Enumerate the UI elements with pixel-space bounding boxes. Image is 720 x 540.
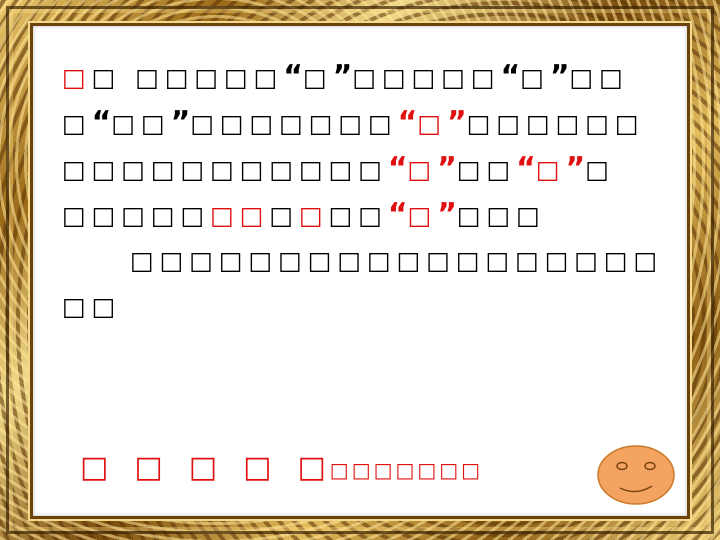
text-segment: □□□□□□□□□□□□□□□□□□ — [130, 246, 664, 275]
text-segment: □ — [417, 109, 448, 138]
text-segment: □ □□□□□ — [91, 63, 284, 92]
text-segment: □□□□□□ — [466, 109, 645, 138]
text-segment: □ — [407, 201, 438, 230]
text-segment: □□ — [328, 201, 388, 230]
text-segment: □ — [520, 63, 550, 92]
text-line: □□ — [62, 284, 642, 330]
text-segment: □□ — [210, 201, 270, 230]
quote-mark: ” — [565, 151, 586, 186]
text-segment: □□ — [62, 292, 122, 321]
text-segment: □□□□□ — [62, 201, 211, 230]
smiley-face-icon — [597, 445, 675, 505]
quote-mark: “ — [397, 105, 418, 140]
quote-mark: ” — [170, 105, 191, 140]
quote-mark: “ — [387, 151, 408, 186]
quote-mark: “ — [91, 105, 112, 140]
quote-mark: “ — [387, 197, 408, 232]
quote-mark: “ — [500, 59, 521, 94]
quote-mark: ” — [447, 105, 467, 140]
quote-mark: “ — [283, 59, 304, 94]
quote-mark: “ — [516, 151, 536, 186]
caption-big-char: □ — [243, 450, 272, 485]
caption-big-char: □ — [134, 450, 163, 485]
quote-mark: ” — [437, 197, 457, 232]
text-line: □□□□□□□□□□□“□”□□□ — [62, 192, 642, 238]
caption-big-char: □ — [80, 450, 109, 485]
text-segment: □ — [298, 201, 329, 230]
text-segment: □ — [407, 155, 438, 184]
slide-text-block: □□ □□□□□“□”□□□□□“□”□□ □“□□”□□□□□□□“□”□□□□… — [62, 54, 657, 330]
text-segment: □□□□□ — [352, 63, 501, 92]
text-segment: □ — [62, 109, 92, 138]
caption-big-char: □ — [188, 450, 218, 485]
text-segment: □ — [303, 63, 333, 92]
text-line: □□□□□□□□□□□“□”□□“□”□ — [62, 146, 642, 192]
bottom-red-caption: □ □ □ □ □ □□□□□□□ — [80, 450, 483, 485]
text-segment: □□ — [456, 155, 517, 184]
text-segment: □ — [62, 63, 92, 92]
quote-mark: ” — [437, 151, 457, 186]
text-segment: □ — [535, 155, 566, 184]
text-line: □□ □□□□□“□”□□□□□“□”□□ — [62, 54, 642, 100]
caption-big-char: □ — [297, 450, 326, 485]
text-line: □□□□□□□□□□□□□□□□□□ — [62, 238, 657, 284]
text-segment: □ — [585, 155, 615, 184]
text-segment: □□□□□□□□□□□ — [62, 155, 388, 184]
text-segment: □□ — [569, 63, 629, 92]
caption-small-text: □□□□□□□ — [329, 458, 484, 482]
text-segment: □□□ — [456, 201, 546, 230]
text-segment: □ — [269, 201, 299, 230]
text-line: □“□□”□□□□□□□“□”□□□□□□ — [62, 100, 642, 146]
quote-mark: ” — [332, 59, 353, 94]
text-segment: □□□□□□□ — [190, 109, 398, 138]
quote-mark: ” — [549, 59, 570, 94]
text-segment: □□ — [111, 109, 171, 138]
